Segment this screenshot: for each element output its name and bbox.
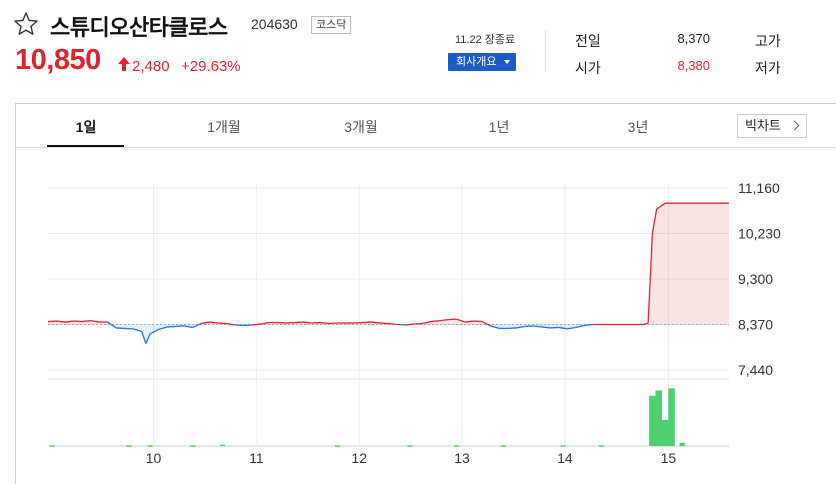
company-overview-button[interactable]: 회사개요 bbox=[448, 53, 516, 71]
chart-panel: 1일 1개월 3개월 1년 3년 빅차트 11,160 10,230 9,300 8,… bbox=[15, 103, 836, 484]
price-area bbox=[48, 203, 729, 344]
current-price: 10,850 bbox=[15, 44, 101, 76]
volume-bar bbox=[598, 445, 604, 447]
volume-bar bbox=[49, 445, 55, 447]
y-tick-label: 8,370 bbox=[738, 317, 773, 333]
volume-bar bbox=[655, 390, 663, 446]
price-area-segment bbox=[150, 324, 159, 334]
volume-bar bbox=[454, 445, 460, 447]
y-axis-labels: 11,160 10,230 9,300 8,370 7,440 bbox=[738, 180, 781, 378]
price-line bbox=[47, 202, 729, 344]
x-tick-label: 12 bbox=[351, 450, 367, 466]
x-tick-label: 13 bbox=[454, 450, 470, 466]
x-tick-label: 14 bbox=[557, 450, 573, 466]
caret-down-icon bbox=[504, 60, 510, 64]
price-area-segment bbox=[656, 203, 666, 325]
volume-bar bbox=[661, 419, 669, 446]
stat-label-low: 저가 bbox=[755, 60, 781, 76]
change-rate: +29.63% bbox=[181, 58, 241, 75]
volume-bar bbox=[147, 445, 153, 447]
x-tick-label: 15 bbox=[661, 450, 677, 466]
volume-bar bbox=[126, 445, 132, 447]
market-badge: 코스닥 bbox=[311, 16, 352, 34]
stock-code: 204630 bbox=[251, 16, 298, 32]
price-change: 2,480 bbox=[132, 58, 170, 75]
volume-bar bbox=[407, 445, 413, 447]
x-axis-labels: 10 11 12 13 14 15 bbox=[146, 450, 677, 466]
volume-bar bbox=[334, 445, 340, 447]
stat-label-prev-close: 전일 bbox=[575, 33, 601, 49]
volume-bar bbox=[668, 388, 675, 446]
stat-label-high: 고가 bbox=[755, 33, 781, 49]
divider bbox=[545, 30, 546, 72]
volume-bar bbox=[500, 445, 506, 447]
volume-bar bbox=[190, 445, 196, 447]
market-closed-time: 11.22 장종료 bbox=[455, 34, 516, 46]
volume-bar bbox=[649, 395, 656, 446]
volume-bar bbox=[560, 445, 566, 447]
stat-value-open: 8,380 bbox=[677, 58, 710, 73]
stat-value-prev-close: 8,370 bbox=[677, 31, 710, 46]
volume-bar bbox=[679, 442, 685, 446]
stock-header: 스튜디오산타클로스 204630 코스닥 10,850 2,480 +29.63… bbox=[0, 0, 836, 100]
y-tick-label: 9,300 bbox=[738, 271, 773, 287]
price-area-segment bbox=[707, 203, 729, 325]
stat-label-open: 시가 bbox=[575, 60, 601, 76]
price-chart: 11,160 10,230 9,300 8,370 7,440 10 11 12 13 14 15 bbox=[47, 180, 781, 466]
star-icon[interactable] bbox=[13, 11, 39, 37]
y-tick-label: 11,160 bbox=[738, 180, 780, 196]
chart-grid bbox=[48, 184, 729, 447]
y-tick-label: 7,440 bbox=[738, 362, 773, 378]
volume-bar bbox=[220, 444, 226, 447]
y-tick-label: 10,230 bbox=[738, 226, 781, 242]
company-overview-label: 회사개요 bbox=[456, 56, 497, 68]
stock-name: 스튜디오산타클로스 bbox=[50, 15, 228, 40]
x-tick-label: 10 bbox=[146, 450, 162, 466]
price-area-segment bbox=[665, 203, 687, 325]
x-tick-label: 11 bbox=[249, 450, 264, 466]
up-arrow-icon bbox=[118, 57, 130, 71]
volume-bars bbox=[49, 388, 685, 447]
price-area-segment bbox=[686, 203, 708, 325]
